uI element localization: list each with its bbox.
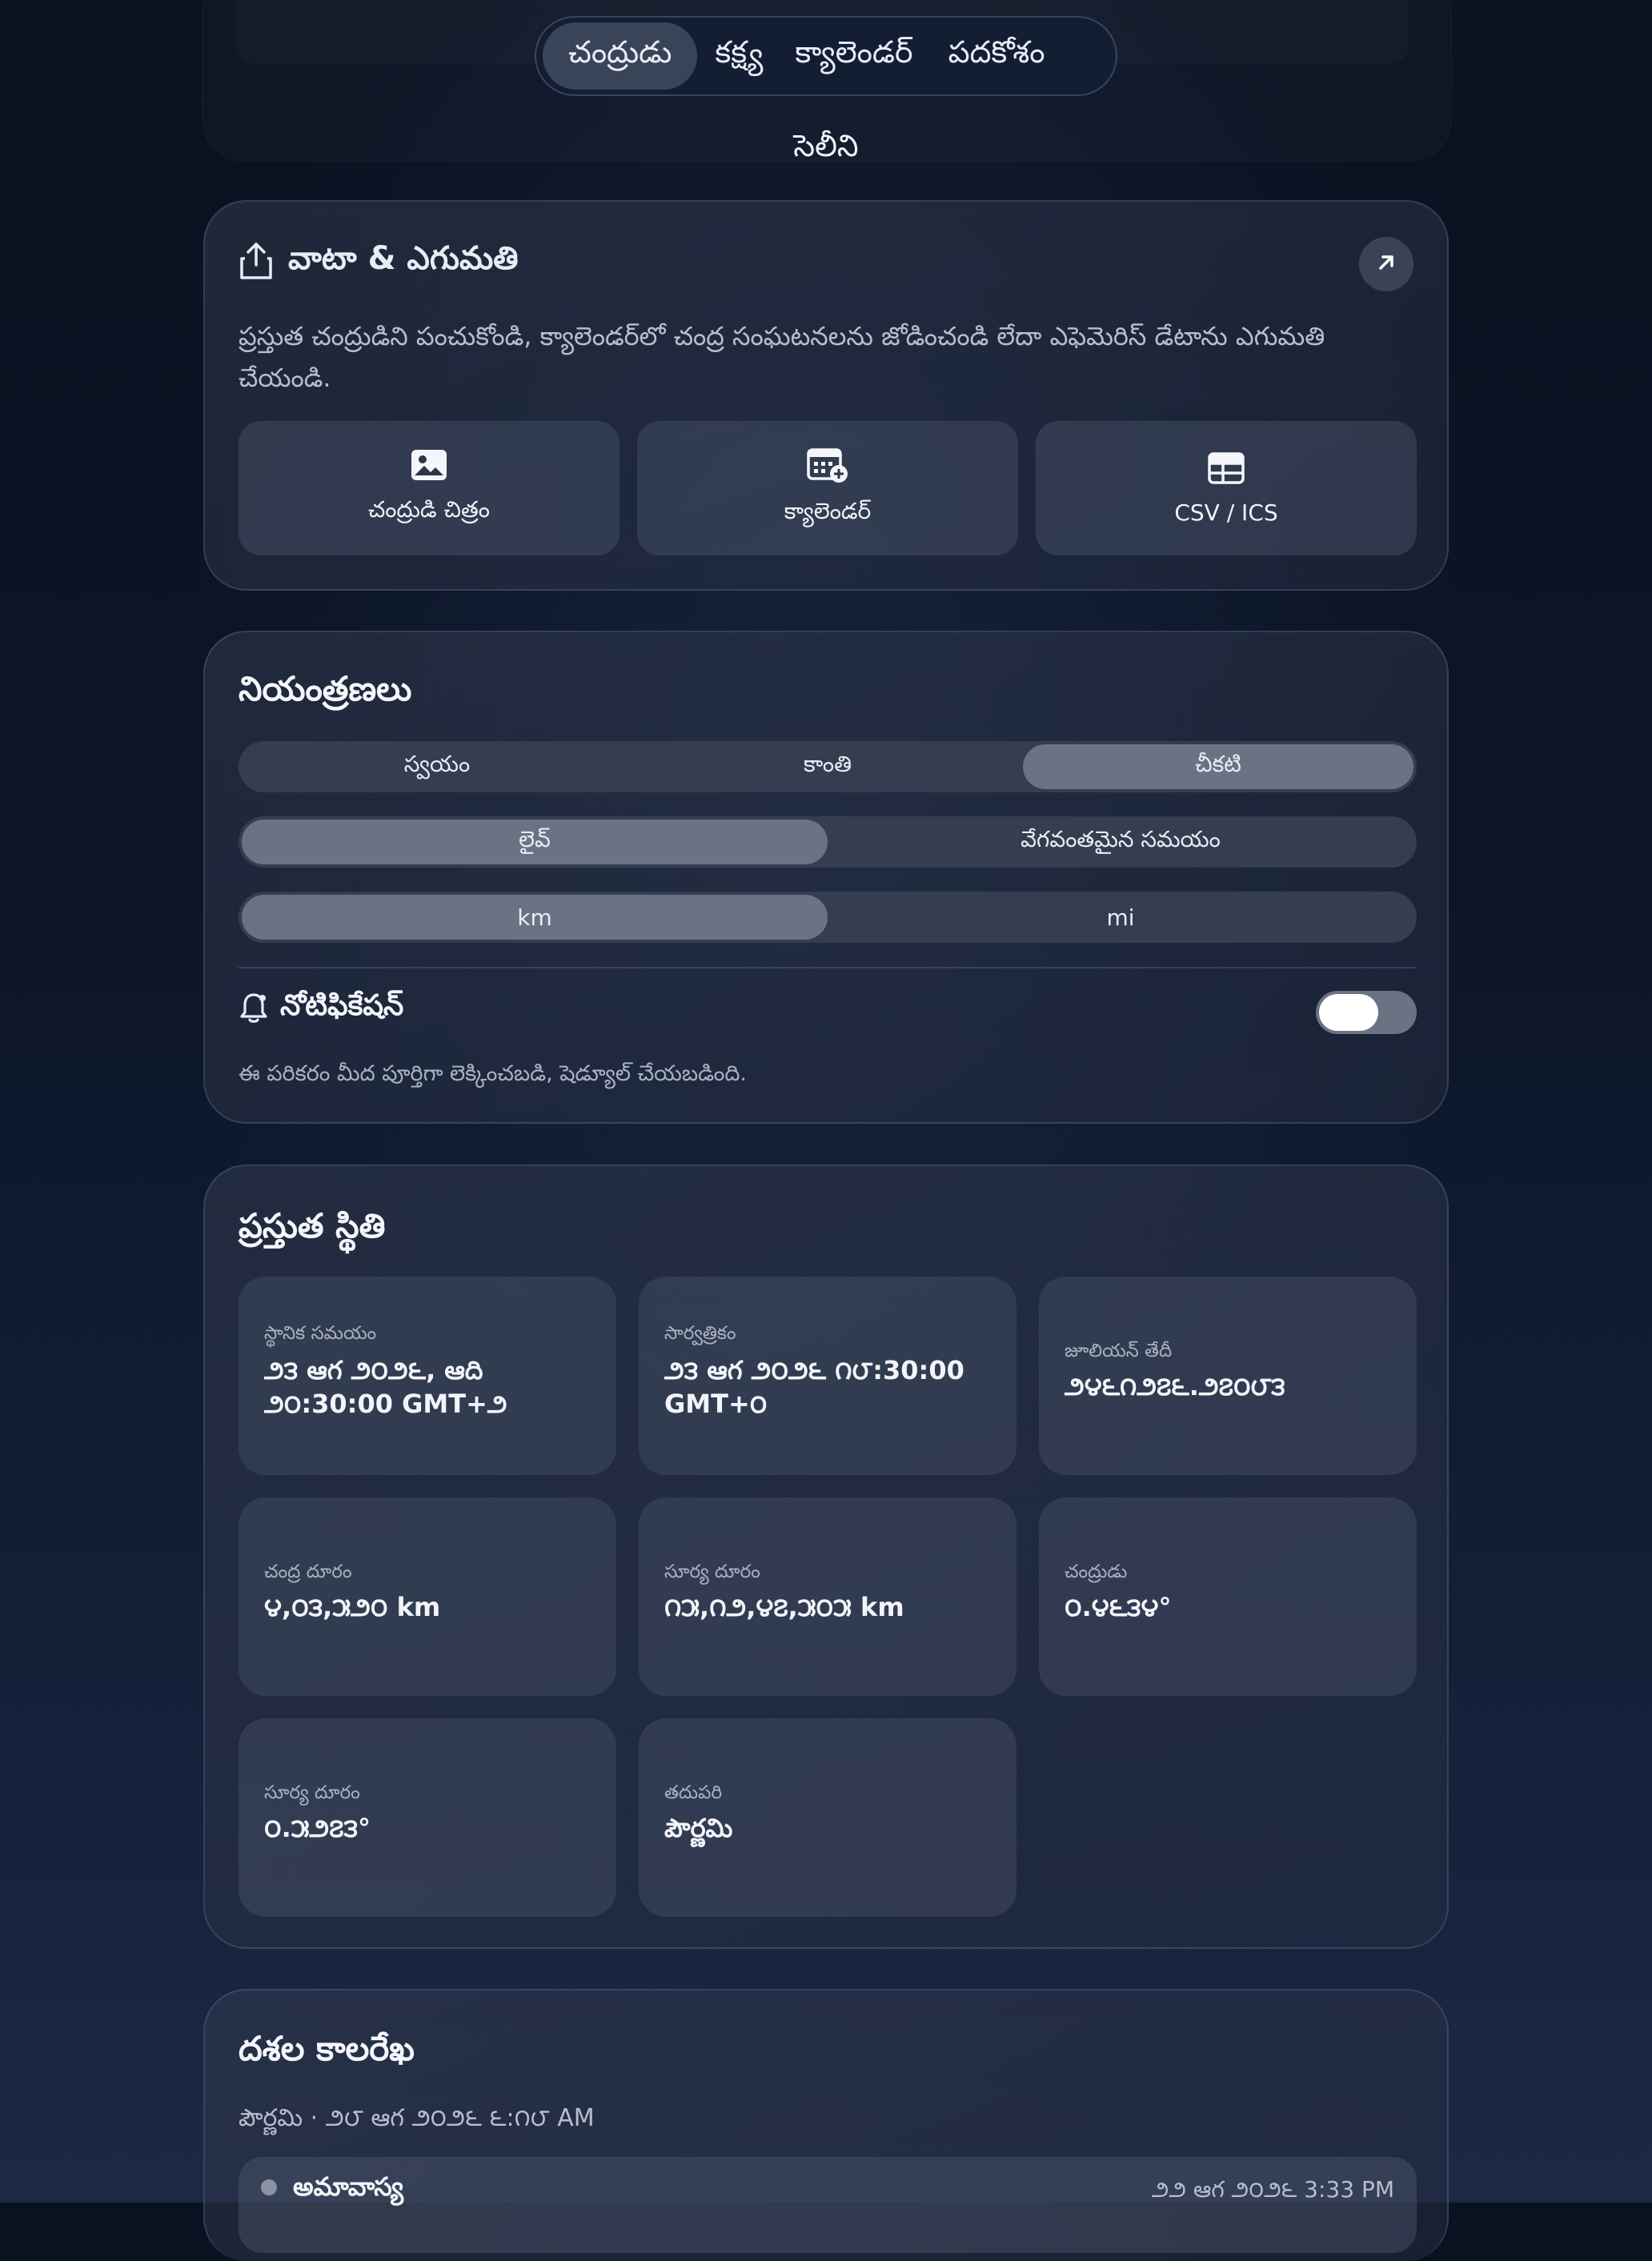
status-tile-sun-distance: సూర్య దూరం ౧౫,౧౨,౪౭,౫౦౫ km — [639, 1497, 1016, 1696]
tile-label: తదుపరి — [664, 1782, 723, 1803]
app-subtitle: సెలీని — [793, 128, 859, 163]
units-selector: km mi — [239, 892, 1417, 943]
image-icon — [410, 448, 448, 485]
controls-divider — [239, 967, 1417, 968]
tile-label: సూర్య దూరం — [664, 1561, 760, 1582]
status-tile-next-phase: తదుపరి పౌర్ణమి — [639, 1718, 1016, 1917]
tab-moon[interactable]: చంద్రుడు — [543, 22, 698, 90]
bell-icon — [239, 991, 269, 1028]
tile-value: ౪,౦౩,౫౨౦ km — [264, 1592, 441, 1622]
table-icon — [1207, 451, 1245, 488]
tab-orbit[interactable]: కక్ష్య — [700, 22, 777, 90]
status-tile-universal-time: సార్వత్రికం ౨౩ ఆగ ౨౦౨౬ ౧౮:30:00 GMT+౦ — [639, 1277, 1016, 1475]
current-status-card: ప్రస్తుత స్థితి స్థానిక సమయం ౨౩ ఆగ ౨౦౨౬,… — [203, 1165, 1449, 1949]
tile-label: జూలియన్ తేదీ — [1065, 1341, 1173, 1361]
phase-timeline-card: దశల కాలరేఖ పౌర్ణమి · ౨౮ ఆగ ౨౦౨౬ ౬:౧౮ AM … — [203, 1989, 1449, 2261]
tile-value: ౦.౪౬౩౪° — [1065, 1592, 1172, 1622]
phase-dot-icon — [261, 2179, 277, 2195]
phase-date: ౨౨ ఆగ ౨౦౨౬ 3:33 PM — [1151, 2176, 1394, 2203]
tile-label: చంద్రుడు — [1065, 1561, 1128, 1582]
controls-card: నియంత్రణలు స్వయం కాంతి చీకటి లైవ్ వేగవంత… — [203, 631, 1449, 1124]
share-icon — [239, 241, 274, 284]
arrow-up-right-icon — [1374, 251, 1398, 278]
csv-ics-label: CSV / ICS — [1174, 499, 1278, 526]
expand-button[interactable] — [1359, 237, 1413, 291]
notification-toggle[interactable] — [1316, 991, 1417, 1034]
calendar-add-button[interactable]: క్యాలెండర్ — [637, 421, 1018, 555]
csv-ics-button[interactable]: CSV / ICS — [1036, 421, 1417, 555]
tab-glossary[interactable]: పదకోశం — [931, 22, 1063, 90]
status-tile-local-time: స్థానిక సమయం ౨౩ ఆగ ౨౦౨౬, ఆది ౨౦:30:00 GM… — [239, 1277, 616, 1475]
notification-row: నోటిఫికేషన్ — [239, 989, 403, 1029]
tile-value: ౦.౫౨౭౩° — [264, 1813, 371, 1843]
top-navigation: చంద్రుడు కక్ష్య క్యాలెండర్ పదకోశం — [535, 16, 1117, 96]
status-tile-moon-distance: చంద్ర దూరం ౪,౦౩,౫౨౦ km — [239, 1497, 616, 1696]
tile-value: ౨౩ ఆగ ౨౦౨౬, ఆది ౨౦:30:00 GMT+౨ — [264, 1355, 507, 1419]
tile-value: ౨౪౬౧౨౭౬.౨౭౦౮౩ — [1065, 1371, 1285, 1401]
calendar-add-icon — [807, 447, 848, 487]
status-tile-julian-date: జూలియన్ తేదీ ౨౪౬౧౨౭౬.౨౭౦౮౩ — [1039, 1277, 1417, 1475]
next-phase-summary: పౌర్ణమి · ౨౮ ఆగ ౨౦౨౬ ౬:౧౮ AM — [239, 2104, 595, 2132]
tile-value: ౨౩ ఆగ ౨౦౨౬ ౧౮:30:00 GMT+౦ — [664, 1355, 964, 1419]
tile-label: సూర్య దూరం — [264, 1782, 360, 1803]
tile-value: పౌర్ణమి — [664, 1813, 733, 1843]
tile-label: చంద్ర దూరం — [264, 1561, 352, 1582]
share-export-card: వాటా & ఎగుమతి ప్రస్తుత చంద్రుడిని పంచుకో… — [203, 200, 1449, 591]
phase-name: అమావాస్య — [293, 2171, 404, 2202]
status-tile-moon-angle: చంద్రుడు ౦.౪౬౩౪° — [1039, 1497, 1417, 1696]
units-option-mi[interactable]: mi — [828, 895, 1413, 940]
moon-image-label: చంద్రుడి చిత్రం — [368, 496, 490, 523]
theme-selector: స్వయం కాంతి చీకటి — [239, 741, 1417, 792]
tab-calendar[interactable]: క్యాలెండర్ — [780, 22, 927, 90]
notification-label: నోటిఫికేషన్ — [280, 989, 404, 1022]
time-mode-selector: లైవ్ వేగవంతమైన సమయం — [239, 816, 1417, 868]
status-tile-sun-angle: సూర్య దూరం ౦.౫౨౭౩° — [239, 1718, 616, 1917]
moon-image-button[interactable]: చంద్రుడి చిత్రం — [239, 421, 620, 555]
theme-option-light[interactable]: కాంతి — [632, 744, 1023, 789]
share-title: వాటా & ఎగుమతి — [288, 240, 519, 277]
mode-option-live[interactable]: లైవ్ — [242, 820, 828, 864]
tile-label: స్థానిక సమయం — [264, 1323, 377, 1344]
notification-note: ఈ పరికరం మీద పూర్తిగా లెక్కించబడి, షెడ్య… — [239, 1061, 748, 1086]
controls-title: నియంత్రణలు — [239, 669, 412, 708]
units-option-km[interactable]: km — [242, 895, 828, 940]
share-header: వాటా & ఎగుమతి — [239, 240, 519, 285]
theme-option-auto[interactable]: స్వయం — [242, 744, 632, 789]
calendar-add-label: క్యాలెండర్ — [784, 498, 872, 524]
mode-option-fast-time[interactable]: వేగవంతమైన సమయం — [828, 820, 1413, 864]
theme-option-dark[interactable]: చీకటి — [1023, 744, 1413, 789]
timeline-row[interactable]: అమావాస్య ౨౨ ఆగ ౨౦౨౬ 3:33 PM — [239, 2157, 1417, 2253]
toggle-knob — [1319, 994, 1378, 1031]
tile-label: సార్వత్రికం — [664, 1323, 736, 1344]
tile-value: ౧౫,౧౨,౪౭,౫౦౫ km — [664, 1592, 904, 1622]
share-description: ప్రస్తుత చంద్రుడిని పంచుకోండి, క్యాలెండర… — [239, 321, 1325, 393]
status-title: ప్రస్తుత స్థితి — [239, 1206, 386, 1245]
timeline-title: దశల కాలరేఖ — [239, 2029, 415, 2068]
